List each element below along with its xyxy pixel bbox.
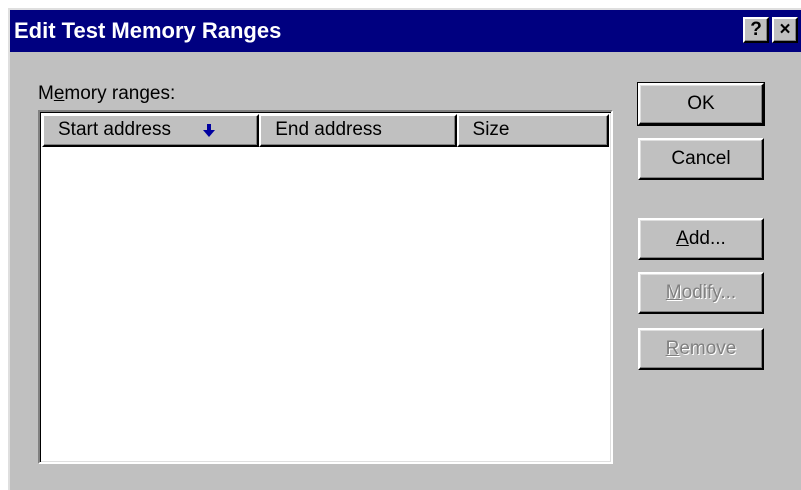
column-header-size[interactable]: Size bbox=[456, 114, 609, 147]
title-bar[interactable]: Edit Test Memory Ranges ? × bbox=[10, 10, 801, 52]
mnemonic-e: e bbox=[53, 83, 65, 104]
column-header-start-address[interactable]: Start address bbox=[42, 114, 260, 147]
remove-button[interactable]: Remove bbox=[638, 328, 764, 370]
close-button[interactable]: × bbox=[772, 17, 798, 43]
memory-ranges-list[interactable]: Start address End address Size bbox=[38, 110, 613, 464]
modify-button[interactable]: Modify... bbox=[638, 272, 764, 314]
close-icon: × bbox=[779, 19, 791, 40]
edit-test-memory-ranges-dialog: Edit Test Memory Ranges ? × Memory range… bbox=[8, 8, 801, 490]
cancel-button[interactable]: Cancel bbox=[638, 138, 764, 180]
column-header-end-address[interactable]: End address bbox=[259, 114, 457, 147]
add-button[interactable]: Add... bbox=[638, 218, 764, 260]
list-header: Start address End address Size bbox=[42, 114, 609, 147]
memory-ranges-label: Memory ranges: bbox=[38, 83, 176, 104]
help-icon: ? bbox=[750, 19, 762, 40]
ok-button[interactable]: OK bbox=[637, 82, 765, 126]
dialog-title: Edit Test Memory Ranges bbox=[14, 18, 282, 43]
sort-down-arrow-icon bbox=[203, 124, 215, 137]
help-button[interactable]: ? bbox=[743, 17, 769, 43]
